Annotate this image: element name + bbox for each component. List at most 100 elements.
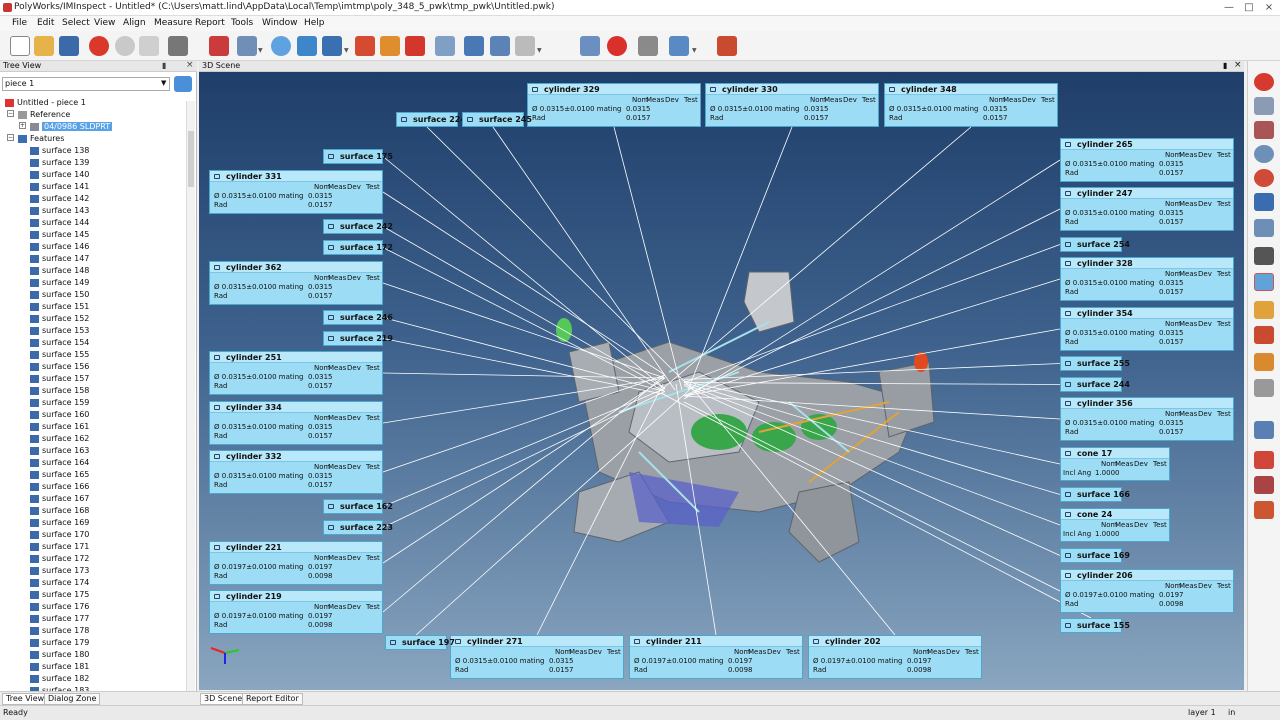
surface-annotation[interactable]: surface 245	[462, 112, 532, 127]
tree-surface-item[interactable]: surface 154	[0, 337, 186, 349]
cylinder-annotation[interactable]: cylinder 329 Nom Meas Dev Test Ø 0.0315±0.010…	[527, 83, 701, 127]
tree-surface-item[interactable]: surface 173	[0, 565, 186, 577]
tab-dialog-zone[interactable]: Dialog Zone	[44, 693, 101, 705]
menu-report[interactable]: Report	[195, 18, 225, 28]
surface-annotation[interactable]: surface 155	[1060, 618, 1130, 633]
table-icon[interactable]	[380, 36, 400, 56]
piece-selector[interactable]: piece 1 ▼	[2, 77, 170, 91]
zoom-icon[interactable]	[1254, 145, 1274, 163]
redo-icon[interactable]	[139, 36, 159, 56]
tree-features[interactable]: − Features	[0, 133, 186, 145]
grid-icon[interactable]	[464, 36, 484, 56]
surface-annotation[interactable]: surface 175	[323, 149, 393, 164]
tree-surface-item[interactable]: surface 163	[0, 445, 186, 457]
layer-selector[interactable]: layer 1	[1188, 708, 1216, 717]
tree-surface-item[interactable]: surface 145	[0, 229, 186, 241]
menu-measure[interactable]: Measure	[154, 18, 192, 28]
cloud-icon[interactable]	[435, 36, 455, 56]
surface-annotation[interactable]: surface 224	[396, 112, 466, 127]
cylinder-annotation[interactable]: cylinder 328 Nom Meas Dev Test Ø 0.0315±0.010…	[1060, 257, 1234, 301]
tree-surface-item[interactable]: surface 181	[0, 661, 186, 673]
surface-annotation[interactable]: surface 246	[323, 310, 393, 325]
tree-surface-item[interactable]: surface 144	[0, 217, 186, 229]
settings-icon[interactable]	[115, 36, 135, 56]
tree-surface-item[interactable]: surface 158	[0, 385, 186, 397]
align-icon[interactable]	[209, 36, 229, 56]
probe-device-icon[interactable]	[580, 36, 600, 56]
maximize-icon[interactable]: □	[1242, 2, 1256, 14]
cylinder-annotation[interactable]: cylinder 211 Nom Meas Dev Test Ø 0.0197±0.010…	[629, 635, 803, 679]
clip-icon[interactable]	[1254, 501, 1274, 519]
tree-surface-item[interactable]: surface 164	[0, 457, 186, 469]
tree-scrollbar-thumb[interactable]	[188, 131, 194, 187]
cylinder-annotation[interactable]: cylinder 334 Nom Meas Dev Test Ø 0.0315±0.010…	[209, 401, 383, 445]
rotate-icon[interactable]	[1254, 73, 1274, 91]
menu-window[interactable]: Window	[262, 18, 298, 28]
view-icon[interactable]	[1254, 193, 1274, 211]
layout-icon[interactable]	[515, 36, 535, 56]
surface-annotation[interactable]: surface 254	[1060, 237, 1130, 252]
camera-icon[interactable]	[490, 36, 510, 56]
unit-selector[interactable]: in	[1228, 708, 1235, 717]
tree-surface-item[interactable]: surface 165	[0, 469, 186, 481]
surface-annotation[interactable]: surface 244	[1060, 377, 1130, 392]
screenshot-icon[interactable]	[1254, 451, 1274, 469]
tree-surface-item[interactable]: surface 153	[0, 325, 186, 337]
close-icon[interactable]: ×	[1262, 2, 1276, 14]
brush-icon[interactable]	[1254, 353, 1274, 371]
tree-surface-item[interactable]: surface 149	[0, 277, 186, 289]
menu-tools[interactable]: Tools	[231, 18, 253, 28]
tree-surface-item[interactable]: surface 140	[0, 169, 186, 181]
tree-surface-item[interactable]: surface 182	[0, 673, 186, 685]
pin-icon[interactable]: ▮	[1223, 61, 1227, 70]
chevron-down-icon[interactable]: ▼	[258, 47, 263, 54]
refresh-icon[interactable]	[174, 76, 192, 92]
chevron-down-icon[interactable]: ▼	[161, 79, 166, 87]
tree-surface-item[interactable]: surface 174	[0, 577, 186, 589]
cylinder-annotation[interactable]: cylinder 332 Nom Meas Dev Test Ø 0.0315±0.010…	[209, 450, 383, 494]
cylinder-annotation[interactable]: cylinder 362 Nom Meas Dev Test Ø 0.0315±0.010…	[209, 261, 383, 305]
surface-annotation[interactable]: surface 255	[1060, 356, 1130, 371]
surface-annotation[interactable]: surface 166	[1060, 487, 1130, 502]
tab-tree-view[interactable]: Tree View	[2, 693, 49, 705]
tree-surface-item[interactable]: surface 139	[0, 157, 186, 169]
surface-annotation[interactable]: surface 172	[323, 240, 393, 255]
list-icon[interactable]	[638, 36, 658, 56]
tree-surface-item[interactable]: surface 143	[0, 205, 186, 217]
surface-annotation[interactable]: surface 242	[323, 219, 393, 234]
tree-surface-item[interactable]: surface 166	[0, 481, 186, 493]
tree-surface-item[interactable]: surface 161	[0, 421, 186, 433]
new-file-icon[interactable]	[10, 36, 30, 56]
tab-3d-scene[interactable]: 3D Scene	[200, 693, 247, 705]
tree-surface-item[interactable]: surface 176	[0, 601, 186, 613]
cylinder-annotation[interactable]: cylinder 202 Nom Meas Dev Test Ø 0.0197±0.010…	[808, 635, 982, 679]
tree-surface-item[interactable]: surface 172	[0, 553, 186, 565]
sphere-icon[interactable]	[271, 36, 291, 56]
menu-view[interactable]: View	[94, 18, 115, 28]
menu-select[interactable]: Select	[62, 18, 90, 28]
translate-icon[interactable]	[1254, 121, 1274, 139]
surface-annotation[interactable]: surface 169	[1060, 548, 1130, 563]
cylinder-annotation[interactable]: cylinder 247 Nom Meas Dev Test Ø 0.0315±0.010…	[1060, 187, 1234, 231]
display-icon[interactable]	[1254, 247, 1274, 265]
tree-surface-item[interactable]: surface 142	[0, 193, 186, 205]
probe-icon[interactable]	[322, 36, 342, 56]
tree-surface-item[interactable]: surface 150	[0, 289, 186, 301]
graph-icon[interactable]	[669, 36, 689, 56]
cylinder-annotation[interactable]: cylinder 265 Nom Meas Dev Test Ø 0.0315±0.010…	[1060, 138, 1234, 182]
zoom-window-icon[interactable]	[1254, 169, 1274, 187]
tree-surface-item[interactable]: surface 167	[0, 493, 186, 505]
tree-surface-item[interactable]: surface 141	[0, 181, 186, 193]
hand-icon[interactable]	[1254, 379, 1274, 397]
chevron-down-icon[interactable]: ▼	[537, 47, 542, 54]
cylinder-annotation[interactable]: cylinder 331 Nom Meas Dev Test Ø 0.0315±0.010…	[209, 170, 383, 214]
open-folder-icon[interactable]	[34, 36, 54, 56]
tab-report-editor[interactable]: Report Editor	[242, 693, 303, 705]
tree-surface-item[interactable]: surface 179	[0, 637, 186, 649]
chevron-down-icon[interactable]: ▼	[344, 47, 349, 54]
menu-edit[interactable]: Edit	[37, 18, 54, 28]
cylinder-annotation[interactable]: cylinder 251 Nom Meas Dev Test Ø 0.0315±0.010…	[209, 351, 383, 395]
save-icon[interactable]	[59, 36, 79, 56]
undo-icon[interactable]	[89, 36, 109, 56]
cylinder-annotation[interactable]: cylinder 354 Nom Meas Dev Test Ø 0.0315±0.010…	[1060, 307, 1234, 351]
